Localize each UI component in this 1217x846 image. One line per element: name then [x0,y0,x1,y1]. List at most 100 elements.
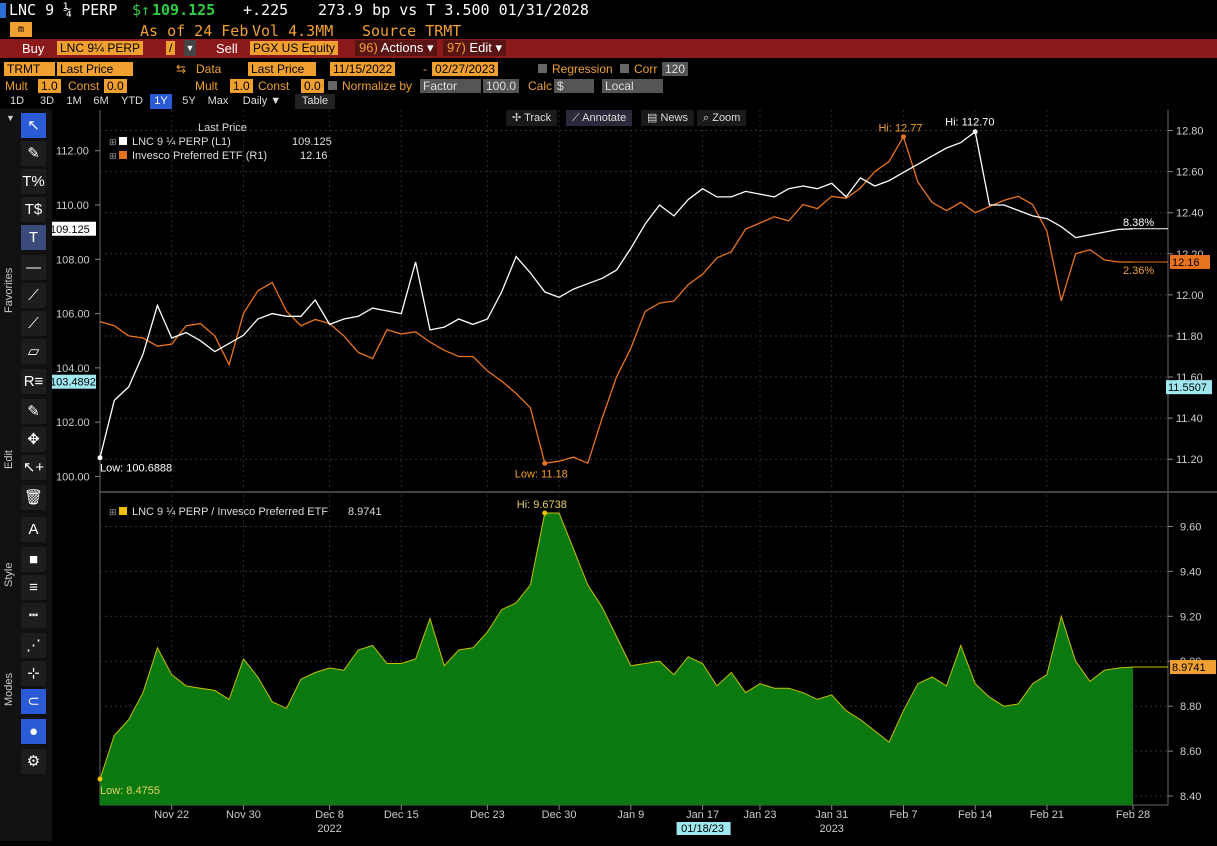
bottom-right-tick-label: 8.40 [1180,791,1201,803]
buy-ticker-field[interactable]: LNC 9¼ PERP [57,41,144,55]
text-tool-icon[interactable]: T [21,225,46,250]
up-arrow-icon: ↑ [141,1,151,19]
horizontal-line-icon[interactable]: — [21,255,46,280]
start-date-field[interactable]: 11/15/2022 [330,62,396,76]
draw-pencil-icon[interactable]: ✎ [21,399,46,424]
track-button[interactable]: ✢ Track [506,110,558,126]
normalize-label: Normalize by [342,79,413,93]
corr-checkbox[interactable] [620,64,629,73]
move-icon[interactable]: ✥ [21,427,46,452]
ratio-low-label: Low: 8.4755 [100,785,160,797]
regression-icon[interactable]: R≡ [21,369,46,394]
period-tab-1m[interactable]: 1M [63,94,85,109]
left-tick-label: 106.00 [56,309,90,321]
font-style-icon[interactable]: A [21,517,46,542]
period-tab-max[interactable]: Max [205,94,231,109]
x-tick-label: Jan 9 [617,809,644,821]
normalize-checkbox[interactable] [328,81,337,90]
legend-white-swatch [119,137,127,145]
legend-expand-icon-2: ⊞ [109,151,117,161]
period-tab-1d[interactable]: 1D [6,94,28,109]
dotted-mode-icon[interactable]: ⋰ [21,633,46,658]
fill-color-icon[interactable]: ■ [21,547,46,572]
bottom-right-tick-label: 9.60 [1180,521,1201,533]
period-tab-ytd[interactable]: YTD [118,94,146,109]
normalize-value[interactable]: 100.0 [483,79,520,93]
line-weight-icon[interactable]: ≡ [21,575,46,600]
white-low-marker [97,455,103,461]
period-tab-6m[interactable]: 6M [90,94,112,109]
chart-area[interactable]: 12.80 12.60 12.40 12.20 12.00 11.80 11.60 11.40… [48,109,1217,841]
zoom-button[interactable]: ⌕ Zoom [697,110,747,126]
news-button[interactable]: ▤ News [641,110,694,126]
corr-value[interactable]: 120 [662,62,689,76]
mult-value[interactable]: 1.0 [38,79,61,93]
source-field[interactable]: TRMT [4,62,55,76]
chart-svg[interactable]: 12.8012.6012.4012.2012.0011.8011.6011.40… [48,109,1217,841]
date-dash: - [423,62,427,76]
x-tick-label: Nov 22 [154,809,189,821]
settings-icon[interactable]: ⚙ [21,749,46,774]
favorites-label: Favorites [3,267,15,313]
trend-line-icon[interactable]: ⟋ [21,283,46,308]
period-tab-1y[interactable]: 1Y [150,94,172,109]
annotate-button[interactable]: ⟋ Annotate [566,110,633,126]
ray-line-icon[interactable]: ⟋ [21,311,46,336]
x-tick-label: Feb 28 [1116,809,1150,821]
actions-label: Actions [380,40,424,55]
sell-button[interactable]: Sell [216,41,238,56]
actions-menu[interactable]: 96) Actions ▾ [355,40,438,56]
header-accent [0,3,6,18]
local-field[interactable]: Local [602,79,663,93]
mult2-value[interactable]: 1.0 [230,79,253,93]
bottom-right-tick-label: 8.80 [1180,701,1201,713]
line-style-icon[interactable]: ┅ [21,603,46,628]
legend-ratio-value: 8.9741 [348,506,382,518]
x-tick-label: Dec 23 [470,809,505,821]
currency-symbol: $ [132,1,142,19]
period-tab-daily[interactable]: Daily ▼ [236,94,288,109]
x-tick-label: Nov 30 [226,809,261,821]
drawing-toolbar: ▼ Favorites Edit Style Modes ↖ ✎ T% T$ T — ⟋ ⟋ ▱… [0,109,52,841]
year-label: 2023 [819,823,843,835]
const-value[interactable]: 0.0 [104,79,127,93]
period-tab-5y[interactable]: 5Y [178,94,200,109]
select-add-icon[interactable]: ↖+ [21,455,46,480]
data-field[interactable]: Last Price [248,62,316,76]
mult-label: Mult [5,79,28,93]
trash-icon[interactable]: 🗑 [21,485,46,510]
period-tab-table[interactable]: Table [295,94,335,109]
buy-button[interactable]: Buy [22,41,44,56]
const-label: Const [68,79,100,93]
pencil-line-icon[interactable]: ✎ [21,141,46,166]
period-tab-3d[interactable]: 3D [37,94,57,109]
right-tick-label: 12.00 [1176,290,1204,302]
orange-series-line [99,135,1133,465]
regression-checkbox[interactable] [538,64,547,73]
sell-ticker-field[interactable]: PGX US Equity [250,41,339,55]
magnet-icon[interactable]: ⊂ [21,689,46,714]
collapse-arrow-icon[interactable]: ▼ [6,113,15,123]
news-label: News [660,112,688,124]
cursor-icon[interactable]: ↖ [21,113,46,138]
orange-high-marker [900,134,906,140]
channel-icon[interactable]: ▱ [21,339,46,364]
const2-value[interactable]: 0.0 [301,79,324,93]
color-mode-icon[interactable]: ● [21,719,46,744]
calc-field[interactable]: $ [554,79,594,93]
end-date-field[interactable]: 02/27/2023 [432,62,499,76]
series-field[interactable]: Last Price [57,62,133,76]
slash-field[interactable]: / [166,41,176,55]
normalize-field[interactable]: Factor [420,79,481,93]
chevron-down-icon[interactable]: ▼ [184,40,196,56]
snap-mode-icon[interactable]: ⊹ [21,661,46,686]
left-low-tag: 103.4892 [52,377,96,389]
x-tick-label: Feb 14 [958,809,992,821]
dollar-tool-icon[interactable]: T$ [21,197,46,222]
bottom-right-tick-label: 9.20 [1180,611,1201,623]
edit-menu[interactable]: 97) Edit ▾ [443,40,506,56]
x-tick-label: Feb 7 [889,809,917,821]
x-tick-label: Dec 8 [315,809,344,821]
percent-tool-icon[interactable]: T% [21,169,46,194]
x-tick-label: Jan 23 [743,809,776,821]
